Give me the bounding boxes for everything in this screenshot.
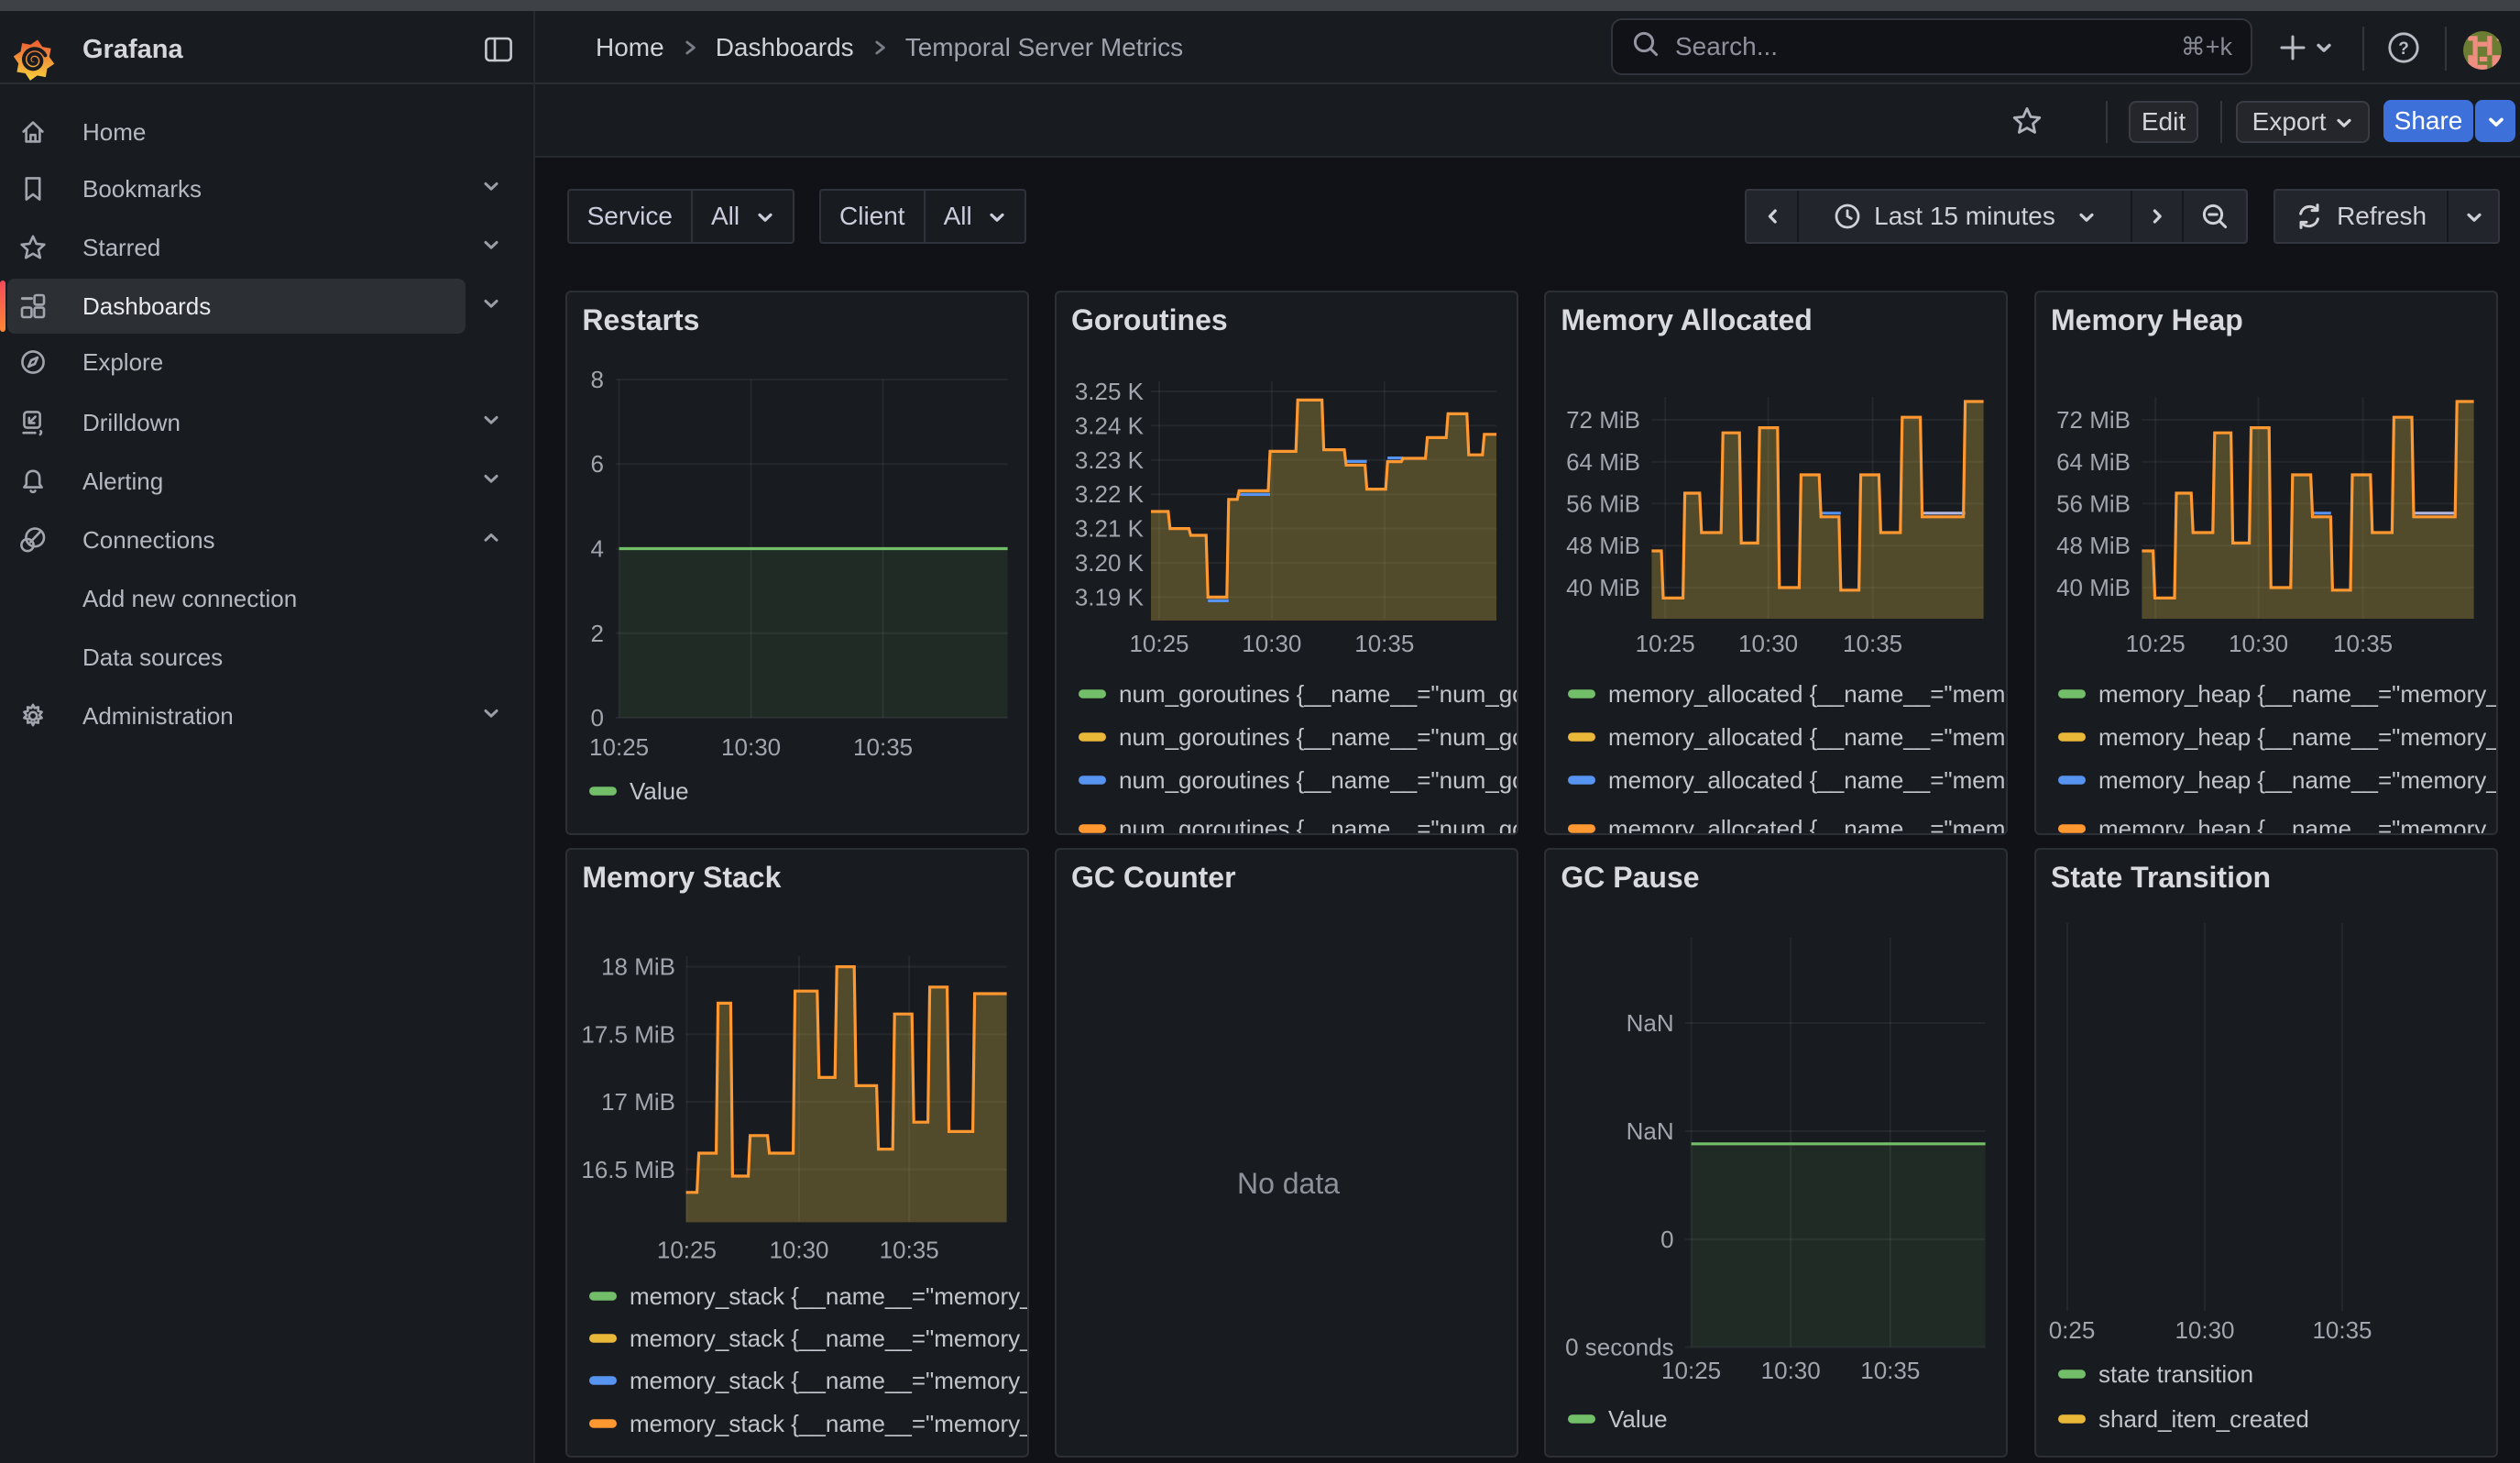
svg-text:3.23 K: 3.23 K: [1075, 446, 1145, 474]
svg-text:56 MiB: 56 MiB: [2056, 490, 2131, 517]
svg-text:40 MiB: 40 MiB: [2056, 574, 2131, 601]
svg-text:3.25 K: 3.25 K: [1075, 378, 1145, 405]
svg-text:17 MiB: 17 MiB: [601, 1088, 675, 1116]
svg-text:memory_allocated {__name__="me: memory_allocated {__name__="memory_alloc…: [1608, 766, 2006, 794]
svg-text:8: 8: [591, 366, 604, 393]
svg-text:memory_allocated {__name__="me: memory_allocated {__name__="memory_alloc…: [1608, 723, 2006, 751]
svg-text:num_goroutines {__name__="num_: num_goroutines {__name__="num_goroutines…: [1119, 723, 1517, 751]
svg-text:3.20 K: 3.20 K: [1075, 549, 1145, 577]
svg-text:64 MiB: 64 MiB: [1566, 448, 1640, 476]
svg-text:10:25: 10:25: [1636, 630, 1695, 657]
svg-text:3.22 K: 3.22 K: [1075, 480, 1145, 508]
svg-text:10:35: 10:35: [853, 733, 913, 761]
svg-text:6: 6: [591, 450, 604, 478]
svg-text:10:25: 10:25: [2126, 630, 2186, 657]
svg-text:40 MiB: 40 MiB: [1566, 574, 1640, 601]
svg-text:0: 0: [1661, 1226, 1674, 1253]
svg-text:18 MiB: 18 MiB: [601, 953, 675, 981]
svg-text:10:25: 10:25: [589, 733, 649, 761]
svg-text:72 MiB: 72 MiB: [1566, 406, 1640, 434]
svg-text:memory_allocated {__name__="me: memory_allocated {__name__="memory_alloc…: [1608, 680, 2006, 708]
svg-text:num_goroutines {__name__="num_: num_goroutines {__name__="num_goroutines…: [1119, 766, 1517, 794]
svg-text:10:35: 10:35: [2333, 630, 2393, 657]
svg-text:memory_stack {__name__="memory: memory_stack {__name__="memory_stack": [630, 1325, 1027, 1352]
svg-text:17.5 MiB: 17.5 MiB: [582, 1020, 676, 1048]
svg-text:memory_heap {__name__="memory_: memory_heap {__name__="memory_heap": [2098, 815, 2496, 833]
svg-text:64 MiB: 64 MiB: [2056, 448, 2131, 476]
svg-text:10:25: 10:25: [657, 1236, 717, 1263]
svg-text:10:25: 10:25: [1129, 630, 1189, 657]
svg-text:Value: Value: [630, 777, 689, 805]
svg-text:3.19 K: 3.19 K: [1075, 583, 1145, 610]
svg-text:memory_stack {__name__="memory: memory_stack {__name__="memory_stack": [630, 1282, 1027, 1310]
svg-text:10:35: 10:35: [1861, 1357, 1921, 1384]
svg-text:10:30: 10:30: [1242, 630, 1301, 657]
svg-text:3.21 K: 3.21 K: [1075, 515, 1145, 543]
svg-text:shard_item_created: shard_item_created: [2098, 1405, 2309, 1433]
svg-text:memory_heap {__name__="memory_: memory_heap {__name__="memory_heap": [2098, 680, 2496, 708]
svg-text:10:35: 10:35: [880, 1236, 939, 1263]
svg-text:num_goroutines {__name__="num_: num_goroutines {__name__="num_goroutines…: [1119, 815, 1517, 833]
svg-text:16.5 MiB: 16.5 MiB: [582, 1156, 676, 1183]
svg-text:10:35: 10:35: [1354, 630, 1414, 657]
svg-text:10:30: 10:30: [770, 1236, 829, 1263]
svg-text:10:25: 10:25: [1661, 1357, 1721, 1384]
svg-text:state transition: state transition: [2098, 1360, 2253, 1388]
svg-text:0 seconds: 0 seconds: [1565, 1334, 1674, 1361]
svg-text:2: 2: [591, 620, 604, 647]
svg-text:10:35: 10:35: [1843, 630, 1902, 657]
svg-text:48 MiB: 48 MiB: [2056, 532, 2131, 559]
svg-text:10:30: 10:30: [1761, 1357, 1821, 1384]
svg-text:3.24 K: 3.24 K: [1075, 412, 1145, 439]
svg-text:10:30: 10:30: [1738, 630, 1798, 657]
svg-text:?: ?: [2398, 39, 2409, 59]
svg-text:10:30: 10:30: [2175, 1316, 2234, 1344]
svg-text:4: 4: [591, 535, 604, 563]
svg-text:NaN: NaN: [1627, 1117, 1674, 1145]
svg-text:10:35: 10:35: [2312, 1316, 2372, 1344]
svg-text:0: 0: [591, 704, 604, 732]
svg-text:memory_stack {__name__="memory: memory_stack {__name__="memory_stack": [630, 1367, 1027, 1394]
svg-text:48 MiB: 48 MiB: [1566, 532, 1640, 559]
svg-text:No data: No data: [1237, 1167, 1340, 1200]
svg-text:10:30: 10:30: [2229, 630, 2288, 657]
svg-text:56 MiB: 56 MiB: [1566, 490, 1640, 517]
svg-text:NaN: NaN: [1627, 1009, 1674, 1037]
svg-text:72 MiB: 72 MiB: [2056, 406, 2131, 434]
svg-text:memory_allocated {__name__="me: memory_allocated {__name__="memory_alloc…: [1608, 815, 2006, 833]
svg-text:memory_heap {__name__="memory_: memory_heap {__name__="memory_heap": [2098, 723, 2496, 751]
svg-text:memory_heap {__name__="memory_: memory_heap {__name__="memory_heap": [2098, 766, 2496, 794]
svg-text:10:30: 10:30: [721, 733, 781, 761]
svg-text:memory_stack {__name__="memory: memory_stack {__name__="memory_stack": [630, 1410, 1027, 1437]
svg-text:num_goroutines {__name__="num_: num_goroutines {__name__="num_goroutines…: [1119, 680, 1517, 708]
svg-text:Value: Value: [1608, 1405, 1668, 1433]
svg-text:0:25: 0:25: [2049, 1316, 2096, 1344]
